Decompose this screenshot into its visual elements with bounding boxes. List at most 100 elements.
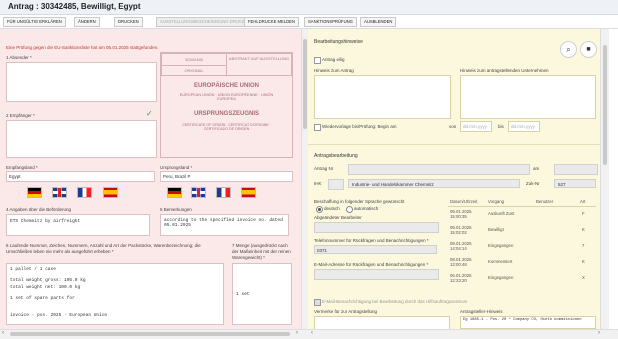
application-number-label: Antrag Nr: [314, 166, 334, 171]
email-notification-checkbox[interactable]: [314, 299, 321, 306]
goods-line: invoice · pos. 2025 · European Union: [10, 313, 108, 318]
transport-label: 4 Angaben über die Beförderung: [6, 207, 72, 212]
resubmission-label: Wiedervorlage bis/Prüfung: Begin am: [322, 124, 397, 129]
british-flag-icon[interactable]: [52, 187, 67, 198]
scroll-left-icon[interactable]: ‹: [311, 330, 313, 336]
scroll-right-icon[interactable]: ›: [296, 330, 298, 336]
german-radio[interactable]: [316, 206, 323, 213]
table-cell: Auskunft Zust: [488, 211, 515, 216]
company-note-label: Hinweis zum antragstellenden Unternehmen: [460, 68, 549, 73]
table-row[interactable]: 09.01.2025 15:00:35 Auskunft Zust F: [448, 208, 596, 223]
spanish-flag-icon[interactable]: [103, 187, 118, 198]
goods-field[interactable]: 1 pallet / 1 case total weight gross: 10…: [6, 263, 224, 325]
table-cell: F: [582, 211, 585, 216]
recipient-field[interactable]: [6, 120, 157, 158]
window-title: Antrag : 30342485, Bewilligt, Egypt: [8, 2, 141, 11]
automatic-radio[interactable]: [346, 206, 353, 213]
origin-country-field[interactable]: Peru, Brazil P: [160, 171, 293, 182]
remarks-value: according to the specified invoice no. d…: [164, 218, 283, 228]
resubmission-checkbox[interactable]: [314, 124, 321, 131]
application-note-field[interactable]: [314, 75, 451, 119]
certificate-union-languages: EUROPEAN UNION · UNION EUROPÉENNE · UNIÓ…: [179, 93, 274, 101]
quantity-field[interactable]: 1 set: [232, 263, 292, 325]
table-header-divider: [448, 206, 596, 207]
french-flag-icon[interactable]: [216, 187, 231, 198]
table-cell: X: [582, 275, 585, 280]
table-cell: K: [582, 259, 585, 264]
table-row[interactable]: 09.01.2025 15:02:02 Bewilligt K: [448, 224, 596, 239]
applicant-note-label: Antragsteller-Hinweis: [460, 309, 503, 314]
spanish-flag-icon[interactable]: [241, 187, 256, 198]
language-label: Beschaffung in folgender Sprache gewünsc…: [314, 199, 405, 204]
british-flag-icon[interactable]: [191, 187, 206, 198]
urgent-checkbox[interactable]: [314, 57, 321, 64]
phone-label: Telefonnummer für Rückfragen und Benachr…: [314, 238, 429, 243]
to-label: bis: [498, 124, 504, 129]
date-field: [554, 164, 598, 175]
quantity-label: 7 Menge (ausgedrückt nach der Maßeinheit…: [232, 243, 291, 260]
german-flag-icon[interactable]: [167, 187, 182, 198]
remarks-field[interactable]: according to the specified invoice no. d…: [160, 214, 289, 236]
section-divider: [308, 144, 600, 145]
origin-country-label: Ursprungsland *: [160, 165, 193, 170]
report-misprint-button[interactable]: FEHLDRUCKE MELDEN: [244, 17, 300, 27]
table-row[interactable]: 08.01.2025 13:00:48 Kommentiert K: [448, 256, 596, 271]
automatic-radio-label: automatisch: [354, 206, 379, 211]
certificate-origin-languages: CERTIFICATE OF ORIGIN · CERTIFICAT D'ORI…: [182, 123, 271, 131]
applicant-note-field[interactable]: Eg 1685-1 - Pos. 20 * Company CO, Hintb …: [460, 316, 596, 329]
chamber-label: IHK: [314, 181, 322, 186]
from-date-field[interactable]: dd.mm.yyyy: [460, 121, 492, 132]
applicant-note-value: Eg 1685-1 - Pos. 20 * Company CO, Hintb …: [463, 318, 582, 322]
edit-button[interactable]: ÄNDERN: [74, 17, 100, 27]
goods-line: 1 pallet / 1 case: [10, 267, 56, 272]
table-row[interactable]: 08.01.2025 14:04:14 Eingegangen 7: [448, 240, 596, 255]
hide-button[interactable]: AUSBLENDEN: [360, 17, 397, 27]
certificate-origin: URSPRUNGSZEUGNIS: [193, 111, 259, 117]
certificate-union: EUROPÄISCHE UNION: [193, 83, 259, 89]
sender-field[interactable]: [6, 62, 157, 102]
to-date-field[interactable]: dd.mm.yyyy: [508, 121, 540, 132]
recipient-label: 2 Empfänger *: [6, 113, 35, 118]
table-header: Art: [580, 199, 586, 204]
french-flag-icon[interactable]: [77, 187, 92, 198]
save-icon[interactable]: ■: [580, 41, 597, 58]
chamber-field: Industrie- und Handelskammer Chemnitz: [348, 179, 520, 188]
processing-panel: Bearbeitungshinweise ⌕ ■ Antrag eilig Hi…: [308, 29, 600, 331]
scroll-left-icon[interactable]: ‹: [2, 330, 4, 336]
chamber-code-field: [328, 179, 344, 190]
certificate-header: 30342485 ABSTRAKT AUF AUSSTELLUNG ORIGIN…: [160, 52, 293, 158]
german-radio-label: deutsch: [324, 206, 340, 211]
processing-notes-heading: Bearbeitungshinweise: [314, 39, 363, 45]
phone-field: 0371: [314, 245, 437, 254]
editor-label: Abgeändeter Bearbeiter: [314, 215, 362, 220]
registration-number-field: 527: [554, 179, 596, 188]
left-scrollbar[interactable]: [301, 29, 308, 329]
email-notification-label: E-Mail-Benachrichtigung bei Bearbeitung …: [322, 299, 468, 304]
print-button[interactable]: DRUCKEN: [114, 17, 143, 27]
right-scrollbar[interactable]: [600, 29, 609, 329]
table-row[interactable]: 06.01.2025 12:23:20 Eingegangen X: [448, 272, 596, 287]
german-flag-icon[interactable]: [27, 187, 42, 198]
table-header: Benutzer: [536, 199, 554, 204]
horizontal-scrollbar-thumb[interactable]: [10, 332, 290, 336]
search-icon[interactable]: ⌕: [560, 41, 577, 58]
sanction-check-button[interactable]: SANKTIONSPRÜFUNG: [304, 17, 357, 27]
destination-country-label: Empfangsland *: [6, 165, 38, 170]
transport-field[interactable]: ETS Chemnitz by airfreight: [6, 214, 150, 236]
destination-country-field[interactable]: Egypt: [6, 171, 155, 182]
table-cell: 09.01.2025 15:02:02: [450, 225, 472, 235]
invalidate-button[interactable]: FÜR UNGÜLTIG ERKLÄREN: [3, 17, 66, 27]
remarks-label: 5 Bemerkungen: [160, 207, 192, 212]
from-date-placeholder: dd.mm.yyyy: [463, 124, 488, 129]
goods-line: 1 set of spare parts for: [10, 296, 75, 301]
processing-heading: Antragsbearbeitung: [314, 153, 358, 159]
scroll-right-icon[interactable]: ›: [598, 330, 600, 336]
table-cell: Kommentiert: [488, 259, 513, 264]
company-note-field[interactable]: [460, 75, 596, 119]
print-certificate-button[interactable]: AUSSTELLUNGSBESCHEINIGUNG DRUCKEN: [156, 17, 255, 27]
left-scrollbar-thumb[interactable]: [303, 39, 307, 129]
remarks-label: Vermerke für zur Antragstellung: [314, 309, 378, 314]
table-cell: Bewilligt: [488, 227, 504, 232]
right-scrollbar-thumb[interactable]: [603, 45, 607, 165]
table-cell: 08.01.2025 14:04:14: [450, 241, 472, 251]
